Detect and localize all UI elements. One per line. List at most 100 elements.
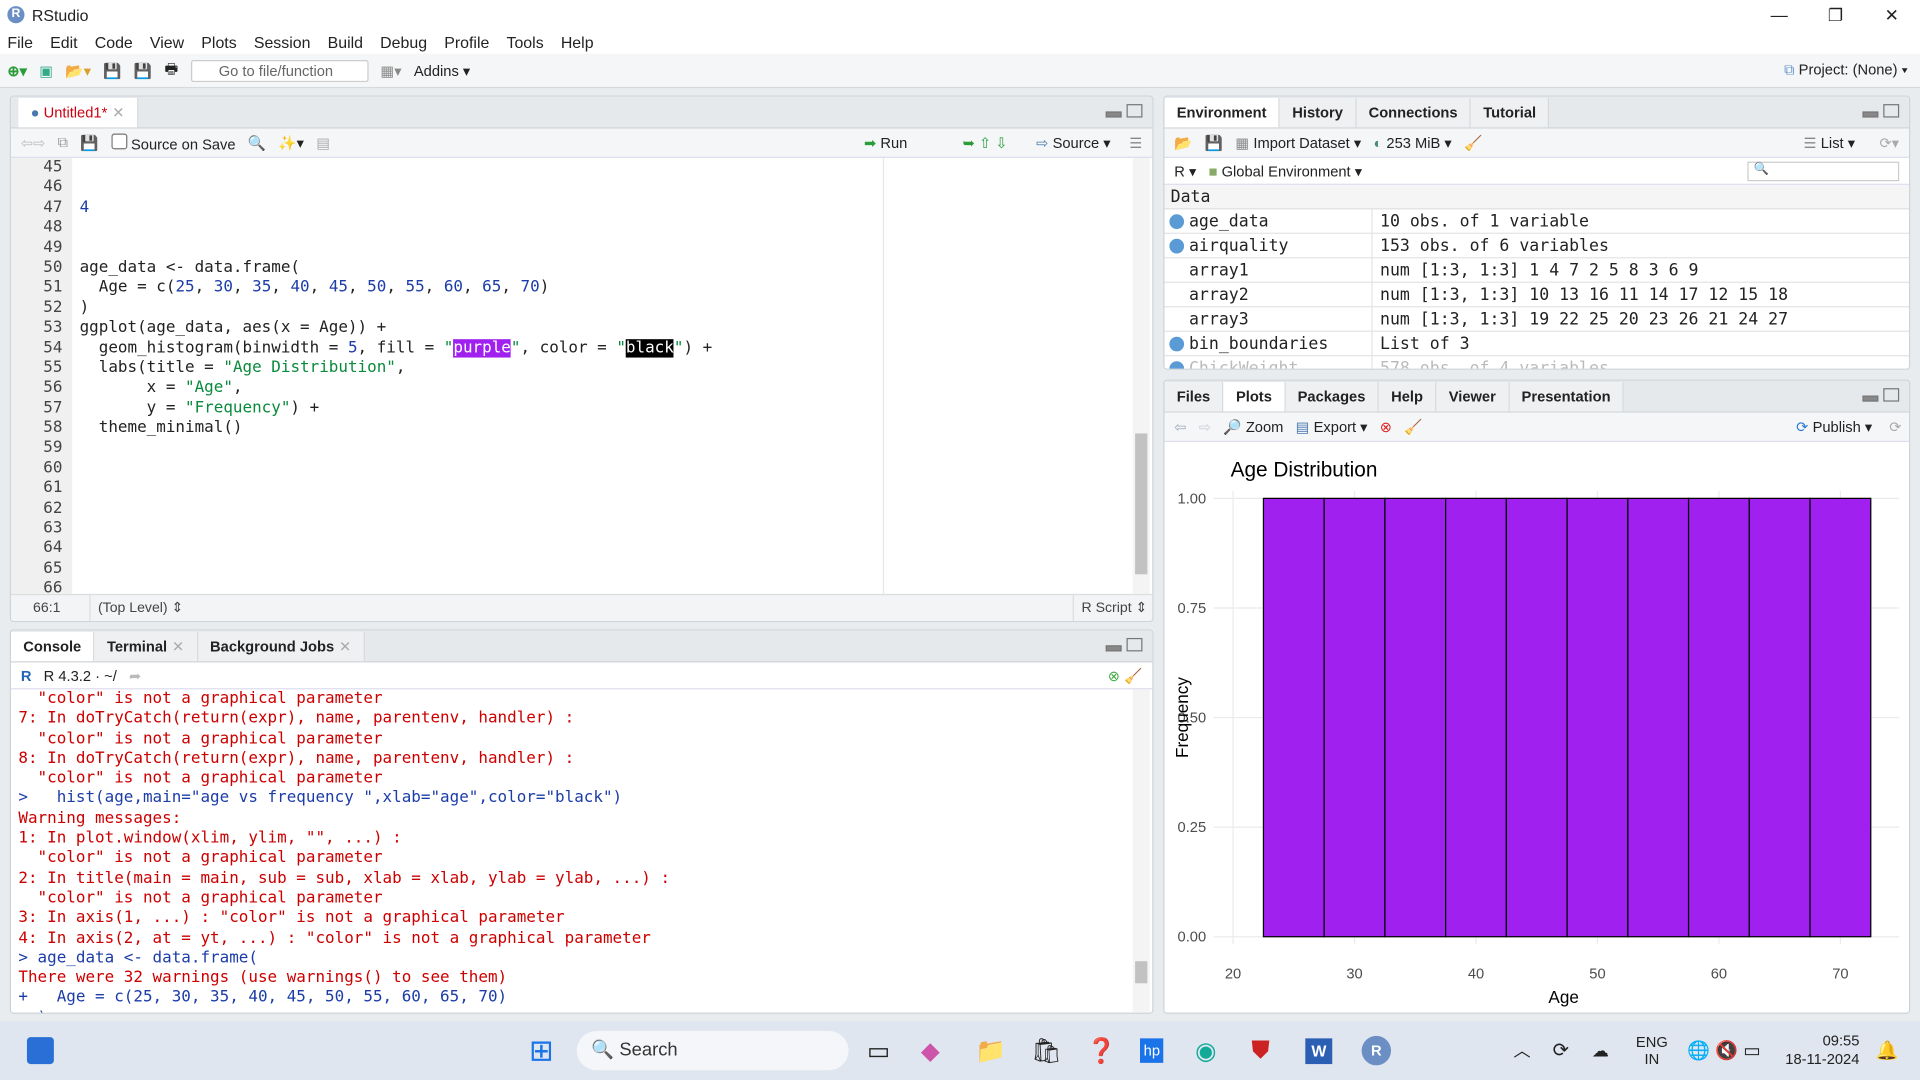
pane-minmax[interactable] <box>1862 104 1900 118</box>
tab-files[interactable]: Files <box>1164 382 1224 412</box>
sync-icon[interactable]: ⟳ <box>1553 1038 1569 1062</box>
maximize-button[interactable]: ❐ <box>1807 0 1863 29</box>
addins-menu[interactable]: Addins ▾ <box>414 62 470 79</box>
clock[interactable]: 09:55 18-11-2024 <box>1785 1032 1859 1069</box>
close-tab-icon[interactable]: ✕ <box>112 104 124 121</box>
close-tab-icon[interactable]: ✕ <box>339 638 351 655</box>
previous-plot-icon[interactable]: ⇦ <box>1174 418 1186 435</box>
run-button[interactable]: ➡ Run <box>864 134 907 151</box>
menu-build[interactable]: Build <box>328 32 363 50</box>
menu-view[interactable]: View <box>150 32 184 50</box>
rstudio-taskbar-icon[interactable]: R <box>1361 1035 1392 1066</box>
clear-plots-icon[interactable]: 🧹 <box>1404 418 1422 435</box>
menu-code[interactable]: Code <box>95 32 133 50</box>
start-icon[interactable]: ⊞ <box>529 1033 554 1069</box>
notifications-icon[interactable]: 🔔 <box>1876 1040 1899 1062</box>
tab-viewer[interactable]: Viewer <box>1436 382 1510 412</box>
word-icon[interactable]: W <box>1305 1037 1333 1064</box>
show-hidden-icons[interactable]: ︿ <box>1513 1038 1530 1062</box>
close-tab-icon[interactable]: ✕ <box>172 638 184 655</box>
taskbar-search[interactable]: 🔍 Search <box>576 1031 849 1071</box>
environment-row[interactable]: array3 num [1:3, 1:3] 19 22 25 20 23 26 2… <box>1164 307 1909 332</box>
menu-file[interactable]: File <box>7 32 33 50</box>
clear-broom-icon[interactable]: 🧹 <box>1464 134 1482 151</box>
language-indicator[interactable]: ENG IN <box>1636 1033 1668 1067</box>
minimize-button[interactable]: — <box>1751 0 1807 29</box>
file-explorer-icon[interactable]: 📁 <box>976 1035 1006 1066</box>
code-tools-wand-icon[interactable]: ✨▾ <box>278 134 304 151</box>
scope-selector[interactable]: (Top Level) ⇕ <box>89 595 183 621</box>
import-dataset-button[interactable]: ▦ Import Dataset ▾ <box>1235 134 1361 151</box>
task-view-icon[interactable]: ▭ <box>867 1035 890 1066</box>
environment-row[interactable]: array2 num [1:3, 1:3] 10 13 16 11 14 17 1… <box>1164 282 1909 308</box>
expand-icon[interactable] <box>1169 336 1185 352</box>
outline-icon[interactable]: ☰ <box>1129 134 1142 151</box>
zoom-button[interactable]: 🔎 Zoom <box>1223 418 1283 435</box>
language-menu[interactable]: R ▾ <box>1174 162 1196 179</box>
new-file-icon[interactable]: ⊕▾ <box>7 62 27 79</box>
tab-terminal[interactable]: Terminal ✕ <box>94 631 198 662</box>
onedrive-icon[interactable]: ☁ <box>1592 1040 1609 1061</box>
pane-minmax[interactable] <box>1105 637 1143 652</box>
project-menu[interactable]: ⧉ Project: (None) ▾ <box>1784 61 1908 79</box>
network-volume-battery-icons[interactable]: 🌐 🔇 ▭ <box>1687 1040 1760 1062</box>
next-plot-icon[interactable]: ⇨ <box>1199 418 1211 435</box>
load-workspace-icon[interactable]: 📂 <box>1174 134 1192 151</box>
menu-edit[interactable]: Edit <box>50 32 77 50</box>
menu-session[interactable]: Session <box>254 32 311 50</box>
print-icon[interactable]: 🖶 <box>164 58 178 84</box>
pane-minmax[interactable] <box>1862 388 1900 402</box>
widgets-icon[interactable] <box>26 1037 54 1065</box>
copilot-icon[interactable]: ◆ <box>921 1035 940 1066</box>
tab-connections[interactable]: Connections <box>1356 97 1472 128</box>
expand-icon[interactable] <box>1169 214 1185 229</box>
help-icon[interactable]: ❓ <box>1086 1035 1116 1066</box>
environment-row[interactable]: ChickWeight 578 obs. of 4 variables <box>1164 356 1908 369</box>
tab-console[interactable]: Console <box>11 631 95 662</box>
store-icon[interactable]: 🛍 <box>1031 1035 1062 1066</box>
go-to-file-input[interactable]: Go to file/function <box>190 59 369 82</box>
save-all-icon[interactable]: 💾 <box>134 62 152 79</box>
tab-packages[interactable]: Packages <box>1285 382 1379 412</box>
view-mode-menu[interactable]: ☰ List ▾ <box>1803 134 1855 151</box>
compile-report-icon[interactable]: ▤ <box>316 134 330 151</box>
go-to-directory-icon[interactable]: ➦ <box>129 667 141 684</box>
menu-plots[interactable]: Plots <box>201 32 236 50</box>
save-workspace-icon[interactable]: 💾 <box>1205 134 1223 151</box>
tab-environment[interactable]: Environment <box>1164 97 1281 128</box>
menu-profile[interactable]: Profile <box>444 32 489 50</box>
environment-search-input[interactable]: 🔍 <box>1747 161 1900 181</box>
console-output[interactable]: "color" is not a graphical parameter 7: I… <box>18 689 1130 1012</box>
tab-help[interactable]: Help <box>1378 382 1437 412</box>
memory-usage-button[interactable]: ◐ 253 MiB ▾ <box>1373 134 1451 151</box>
export-button[interactable]: ▤ Export ▾ <box>1296 418 1368 435</box>
scope-menu[interactable]: ■ Global Environment ▾ <box>1209 162 1362 179</box>
source-on-save-checkbox[interactable]: Source on Save <box>110 132 236 152</box>
tab-history[interactable]: History <box>1280 97 1357 128</box>
code-editor[interactable]: 45 46 47 48 49 50 51 52 53 54 55 56 57 58 59 60 61 62 63 64… <box>11 157 1152 594</box>
console-clear-icon[interactable]: ⊗ 🧹 <box>1108 667 1143 684</box>
checkbox[interactable] <box>110 132 127 149</box>
editor-scrollbar[interactable] <box>1132 157 1150 594</box>
save-icon[interactable]: 💾 <box>103 62 121 79</box>
tab-presentation[interactable]: Presentation <box>1509 382 1625 412</box>
environment-row[interactable]: age_data 10 obs. of 1 variable <box>1164 209 1909 234</box>
refresh-plot-icon[interactable]: ⟳ <box>1889 418 1901 435</box>
tab-plots[interactable]: Plots <box>1223 382 1286 412</box>
save-icon[interactable]: 💾 <box>80 134 98 151</box>
close-button[interactable]: ✕ <box>1864 0 1920 29</box>
pane-minmax[interactable] <box>1105 104 1143 118</box>
publish-button[interactable]: ⟳ Publish ▾ <box>1796 418 1872 435</box>
open-file-icon[interactable]: 📂▾ <box>65 62 91 79</box>
expand-icon[interactable] <box>1169 238 1185 254</box>
expand-icon[interactable] <box>1169 361 1185 369</box>
tab-tutorial[interactable]: Tutorial <box>1471 97 1550 128</box>
environment-row[interactable]: array1 num [1:3, 1:3] 1 4 7 2 5 8 3 6 9 <box>1164 258 1909 283</box>
tab-untitled1[interactable]: ● Untitled1* ✕ <box>18 97 138 128</box>
grid-layout-icon[interactable]: ▦▾ <box>380 62 401 79</box>
menu-tools[interactable]: Tools <box>506 32 543 50</box>
menu-help[interactable]: Help <box>561 32 594 50</box>
environment-row[interactable]: bin_boundaries List of 3 <box>1164 331 1909 357</box>
environment-row[interactable]: airquality 153 obs. of 6 variables <box>1164 233 1909 259</box>
source-button[interactable]: ⇨ Source ▾ <box>1036 134 1110 151</box>
